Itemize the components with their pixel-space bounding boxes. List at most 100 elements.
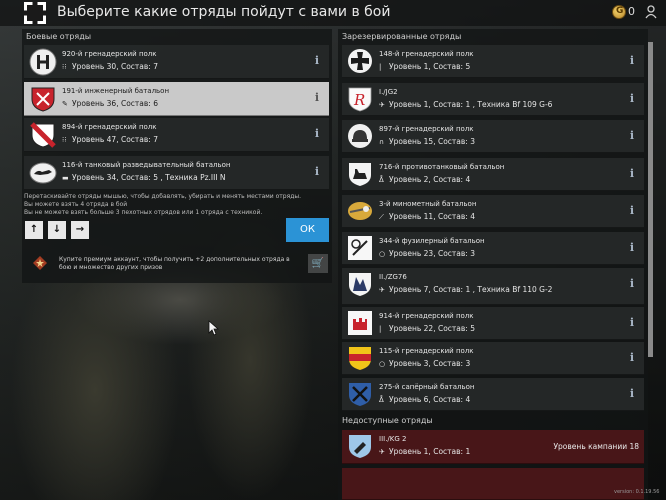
move-right-button[interactable]: →: [71, 221, 89, 239]
reserve-unit-row[interactable]: 115-й гренадерский полк ○ Уровень 3, Сост…: [342, 342, 644, 375]
unit-stats: ⁝⁝ Уровень 47, Состав: 7: [62, 135, 158, 144]
move-down-button[interactable]: ↓: [48, 221, 66, 239]
unit-name: 275-й сапёрный батальон: [379, 383, 475, 391]
wrench-icon: ✎: [62, 100, 68, 108]
battle-unit-row[interactable]: 920-й гренадерский полк ⁝⁝ Уровень 30, Со…: [24, 45, 329, 79]
premium-banner: Купите премиум аккаунт, чтобы получить +…: [24, 251, 329, 276]
reserve-unit-row[interactable]: 344-й фузилерный батальон ○ Уровень 23, С…: [342, 232, 644, 265]
info-icon[interactable]: i: [630, 54, 634, 67]
tank-icon: ▬: [62, 174, 69, 182]
user-icon[interactable]: [645, 5, 657, 19]
hint-line: Перетаскивайте отряды мышью, чтобы добав…: [24, 193, 301, 200]
currency-count: 0: [628, 5, 635, 18]
jg2-emblem-icon: R: [348, 87, 372, 112]
unit-stats: ⁝⁝ Уровень 30, Состав: 7: [62, 62, 158, 71]
rifle-icon: |: [379, 325, 382, 333]
unit-name: 716-й противотанковый батальон: [379, 163, 505, 171]
coin-icon: G: [612, 5, 626, 19]
sapper-emblem-icon: [349, 383, 371, 406]
antitank-emblem-icon: [349, 163, 371, 186]
headphones-icon: ∩: [379, 138, 385, 146]
unit-name: 344-й фузилерный батальон: [379, 237, 485, 245]
helmet-emblem-icon: [348, 124, 372, 148]
unit-stats: ✎ Уровень 36, Состав: 6: [62, 99, 158, 108]
info-icon[interactable]: i: [630, 204, 634, 217]
info-icon[interactable]: i: [315, 165, 319, 178]
striped-emblem-icon: [349, 347, 371, 370]
reserve-unit-row[interactable]: 275-й сапёрный батальон ᐂ Уровень 6, Сост…: [342, 378, 644, 411]
plane-icon: ✈: [379, 101, 385, 109]
info-icon[interactable]: i: [630, 241, 634, 254]
unit-stats: ✈ Уровень 7, Состав: 1 , Техника Bf 110 G…: [379, 285, 553, 294]
unit-stats: | Уровень 22, Состав: 5: [379, 324, 475, 333]
unavailable-units-label: Недоступные отряды: [342, 416, 433, 425]
battle-units-label: Боевые отряды: [26, 32, 92, 41]
castle-emblem-icon: [348, 311, 372, 335]
premium-text: Купите премиум аккаунт, чтобы получить +…: [59, 256, 290, 271]
unit-stats: ▬ Уровень 34, Состав: 5 , Техника Pz.III …: [62, 173, 226, 182]
info-icon[interactable]: i: [630, 351, 634, 364]
hint-line: Вы можете взять 4 отряда в бой: [24, 201, 128, 208]
unit-name: 914-й гренадерский полк: [379, 312, 474, 320]
reserve-unit-row[interactable]: II./ZG76 ✈ Уровень 7, Состав: 1 , Техника…: [342, 268, 644, 305]
iron-cross-emblem-icon: [348, 49, 372, 73]
info-icon[interactable]: i: [315, 127, 319, 140]
info-icon[interactable]: i: [630, 167, 634, 180]
infantry-icon: ⁝⁝: [62, 63, 67, 71]
grenadier-emblem-icon: [30, 122, 56, 148]
cart-button[interactable]: 🛒: [308, 254, 328, 273]
unit-name: 920-й гренадерский полк: [62, 50, 157, 58]
unit-name: 148-й гренадерский полк: [379, 50, 474, 58]
battle-unit-row[interactable]: 116-й танковый разведывательный батальон…: [24, 156, 329, 190]
unit-stats: ✈ Уровень 1, Состав: 1: [379, 447, 471, 456]
engineer-emblem-icon: [31, 87, 55, 112]
unit-name: 897-й гренадерский полк: [379, 125, 474, 133]
greyhound-emblem-icon: [29, 162, 57, 184]
reserve-unit-row[interactable]: 3-й минометный батальон ⟋ Уровень 11, Сос…: [342, 195, 644, 228]
reserve-unit-row[interactable]: 914-й гренадерский полк | Уровень 22, Сос…: [342, 307, 644, 340]
info-icon[interactable]: i: [630, 316, 634, 329]
reserve-unit-row[interactable]: 148-й гренадерский полк | Уровень 1, Сост…: [342, 45, 644, 78]
unit-name: 115-й гренадерский полк: [379, 347, 474, 355]
ok-button[interactable]: ОК: [286, 218, 329, 242]
reserve-units-label: Зарезервированные отряды: [342, 32, 462, 41]
page-title: Выберите какие отряды пойдут с вами в бо…: [57, 4, 391, 20]
unit-name: I./JG2: [379, 88, 398, 96]
grenadier-emblem-icon: [29, 48, 57, 76]
move-up-button[interactable]: ↑: [25, 221, 43, 239]
unit-name: III./KG 2: [379, 435, 407, 443]
unavailable-unit-row[interactable]: III./KG 2 ✈ Уровень 1, Состав: 1 Уровень …: [342, 430, 644, 464]
plane-icon: ✈: [379, 448, 385, 456]
unit-name: 191-й инженерный батальон: [62, 87, 170, 95]
campaign-level-requirement: Уровень кампании 18: [553, 442, 639, 451]
unavailable-unit-row[interactable]: [342, 468, 644, 500]
info-icon[interactable]: i: [630, 92, 634, 105]
reserve-unit-row[interactable]: R I./JG2 ✈ Уровень 1, Состав: 1 , Техника…: [342, 83, 644, 116]
info-icon[interactable]: i: [630, 387, 634, 400]
version-label: version: 0.1.19.56: [614, 489, 660, 495]
info-icon[interactable]: i: [630, 129, 634, 142]
battle-unit-row-selected[interactable]: 191-й инженерный батальон ✎ Уровень 36, С…: [24, 82, 329, 116]
unit-stats: ✈ Уровень 1, Состав: 1 , Техника Bf 109 G…: [379, 100, 553, 109]
reserve-unit-row[interactable]: 897-й гренадерский полк ∩ Уровень 15, Сос…: [342, 120, 644, 153]
info-icon[interactable]: i: [630, 277, 634, 290]
battle-unit-row[interactable]: 894-й гренадерский полк ⁝⁝ Уровень 47, Со…: [24, 118, 329, 152]
flame-icon: ᐂ: [379, 396, 384, 404]
info-icon[interactable]: i: [315, 54, 319, 67]
unit-stats: ᐂ Уровень 6, Состав: 4: [379, 395, 471, 404]
plane-icon: ✈: [379, 286, 385, 294]
mortar-icon: ⟋: [379, 213, 384, 221]
scrollbar[interactable]: [648, 42, 653, 357]
flame-icon: ᐂ: [379, 176, 384, 184]
unit-stats: ⟋ Уровень 11, Состав: 4: [379, 212, 475, 221]
unit-name: 894-й гренадерский полк: [62, 123, 157, 131]
premium-badge-icon: [33, 256, 47, 270]
unit-name: 3-й минометный батальон: [379, 200, 477, 208]
reserve-unit-row[interactable]: 716-й противотанковый батальон ᐂ Уровень …: [342, 158, 644, 191]
info-icon[interactable]: i: [315, 91, 319, 104]
top-bar: Выберите какие отряды пойдут с вами в бо…: [0, 0, 666, 26]
balkenkreuz-icon: [24, 2, 46, 24]
mouse-cursor-icon: [208, 320, 220, 336]
infantry-icon: ⁝⁝: [62, 136, 67, 144]
svg-text:R: R: [353, 91, 365, 109]
